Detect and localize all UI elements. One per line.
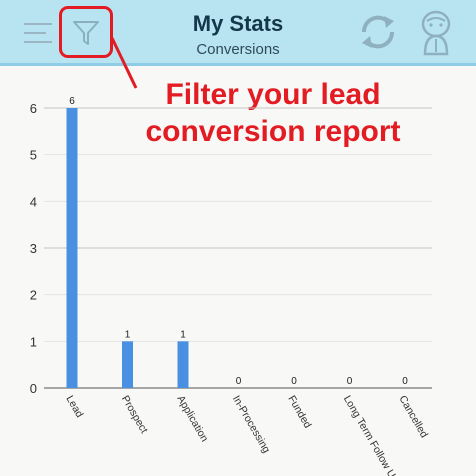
x-tick-label: Long Term Follow U bbox=[341, 394, 398, 476]
data-label: 6 bbox=[69, 96, 75, 107]
x-tick-label: Prospect bbox=[119, 394, 150, 436]
y-tick-label: 2 bbox=[30, 288, 37, 303]
y-tick-label: 1 bbox=[30, 334, 37, 349]
app-header: My Stats Conversions bbox=[0, 0, 476, 66]
x-tick-label: Cancelled bbox=[396, 394, 430, 441]
data-label: 0 bbox=[347, 376, 353, 387]
data-label: 0 bbox=[291, 376, 297, 387]
y-tick-label: 4 bbox=[30, 194, 37, 209]
menu-icon[interactable] bbox=[24, 22, 54, 44]
y-tick-label: 3 bbox=[30, 241, 37, 256]
y-tick-label: 6 bbox=[30, 101, 37, 116]
x-tick-label: Lead bbox=[63, 394, 85, 420]
y-tick-label: 0 bbox=[30, 381, 37, 396]
conversion-bar-chart: 0 1 2 3 4 5 6 6 Lead 1 Prospect 1 Application 0 In-Pro… bbox=[30, 96, 432, 476]
data-label: 0 bbox=[402, 376, 408, 387]
chart-bar bbox=[122, 341, 133, 388]
chart-bar bbox=[66, 108, 78, 388]
x-tick-label: In-Processing bbox=[230, 394, 273, 456]
data-label: 1 bbox=[125, 329, 131, 340]
chart-bar bbox=[177, 341, 189, 388]
y-tick-label: 5 bbox=[30, 148, 37, 163]
data-label: 1 bbox=[180, 329, 186, 340]
x-tick-label: Application bbox=[174, 394, 210, 445]
x-tick-label: Funded bbox=[285, 394, 313, 431]
filter-icon bbox=[73, 21, 99, 45]
data-label: 0 bbox=[236, 376, 242, 387]
page-subtitle: Conversions bbox=[196, 41, 280, 58]
profile-icon[interactable] bbox=[419, 8, 453, 58]
refresh-icon[interactable] bbox=[356, 10, 400, 54]
page-title: My Stats bbox=[192, 11, 284, 36]
